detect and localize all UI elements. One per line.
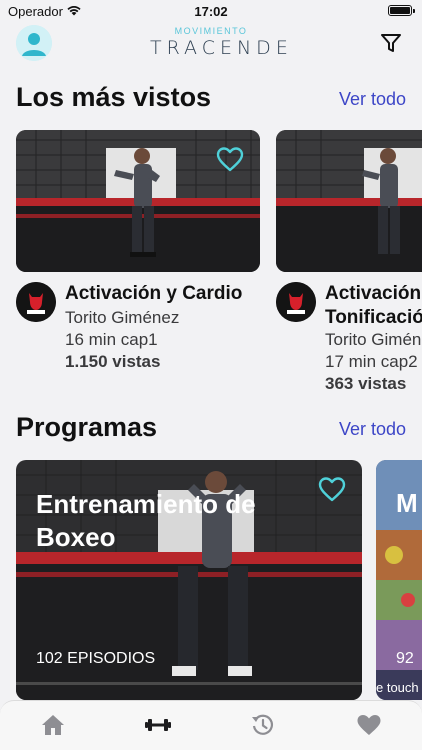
video-card[interactable]: Activación y Cardio Torito Giménez 16 mi…	[16, 130, 276, 380]
video-duration: 16 min cap1	[65, 330, 158, 349]
history-icon[interactable]	[250, 713, 276, 737]
program-card[interactable]: Entrenamiento de Boxeo 102 EPISODIOS	[16, 460, 362, 700]
video-duration: 17 min cap2	[325, 352, 418, 371]
video-thumbnail[interactable]	[276, 130, 422, 272]
user-icon	[16, 25, 52, 61]
profile-avatar[interactable]	[16, 25, 52, 61]
video-author: Torito Giménez	[325, 330, 422, 349]
heart-filled-icon[interactable]	[356, 713, 382, 737]
channel-avatar	[16, 282, 56, 322]
heart-icon[interactable]	[318, 476, 346, 502]
channel-avatar	[276, 282, 316, 322]
video-title: Activación Tonificación	[325, 283, 422, 328]
most-viewed-title: Los más vistos	[16, 82, 212, 112]
program-overlay-text: e touch	[376, 680, 419, 695]
home-icon[interactable]	[40, 713, 66, 737]
status-bar: Operador 17:02	[0, 0, 422, 24]
programs-see-all-link[interactable]: Ver todo	[339, 419, 406, 440]
program-episodes: 102 EPISODIOS	[36, 650, 156, 667]
app-header: MOVIMIENTO TRACENDE	[0, 24, 422, 68]
video-info: Activación Tonificación Torito Giménez 1…	[276, 282, 422, 393]
program-title: M	[396, 488, 418, 518]
dumbbell-icon[interactable]	[144, 713, 172, 737]
most-viewed-see-all-link[interactable]: Ver todo	[339, 89, 406, 110]
battery-icon	[388, 5, 415, 16]
video-title: Activación y Cardio	[65, 283, 243, 304]
clock: 17:02	[194, 4, 228, 19]
program-title: Entrenamiento de Boxeo	[36, 489, 256, 552]
tab-bar	[0, 700, 422, 750]
video-views: 1.150 vistas	[65, 352, 161, 371]
video-views: 363 vistas	[325, 374, 407, 393]
program-card[interactable]: M 92 e touch	[376, 460, 422, 700]
video-author: Torito Giménez	[65, 308, 180, 327]
filter-icon[interactable]	[380, 32, 402, 54]
program-episodes: 92	[396, 650, 414, 667]
heart-icon[interactable]	[216, 146, 244, 172]
programs-title: Programas	[16, 412, 158, 442]
video-card[interactable]: Activación Tonificación Torito Giménez 1…	[276, 130, 422, 400]
brand-logo: MOVIMIENTO TRACENDE	[150, 26, 293, 59]
video-info: Activación y Cardio Torito Giménez 16 mi…	[16, 282, 286, 378]
